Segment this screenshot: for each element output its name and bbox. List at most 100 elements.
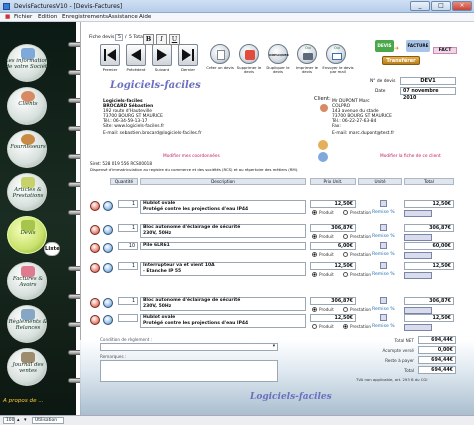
create-quote-button[interactable]	[210, 44, 230, 64]
sidebar-item-clients[interactable]: Clients	[7, 87, 47, 125]
row-search-icon[interactable]	[103, 298, 113, 308]
liste-tab[interactable]: Liste	[44, 242, 60, 256]
row-remise-field[interactable]	[404, 307, 432, 314]
row-product-radio[interactable]	[312, 252, 317, 257]
duplicate-quote-button[interactable]: DUPLIQUER	[268, 44, 289, 64]
row-product-radio[interactable]	[312, 272, 317, 277]
sidebar-item-societe[interactable]: Les informations de votre Société	[5, 44, 51, 82]
menu-assistance[interactable]: Assistance	[106, 13, 140, 22]
underline-button[interactable]: U	[169, 34, 180, 45]
first-button[interactable]	[100, 44, 120, 66]
doc-number-field[interactable]: DEV1	[400, 77, 456, 85]
row-price[interactable]: 6,00€	[310, 242, 356, 250]
row-qty[interactable]: 10	[118, 242, 138, 250]
row-description[interactable]: Bloc autonome d'éclairage de sécurité 230…	[140, 297, 306, 311]
zoom-field[interactable]: 100	[3, 417, 15, 424]
next-button[interactable]	[152, 44, 172, 66]
menu-edition[interactable]: Edition	[36, 13, 59, 22]
close-button[interactable]: ×	[452, 1, 472, 11]
row-search-icon[interactable]	[103, 201, 113, 211]
about-link[interactable]: A propos de ...	[3, 398, 44, 404]
email-quote-button[interactable]: Oui	[326, 44, 346, 64]
row-search-icon[interactable]	[103, 225, 113, 235]
row-service-radio[interactable]	[343, 272, 348, 277]
sidebar-item-journal[interactable]: Journal des ventes	[7, 348, 47, 386]
row-description[interactable]: Hublot ovale Protégé contre les projectio…	[140, 314, 306, 328]
sidebar-item-articles[interactable]: Articles & Prestations	[7, 173, 47, 211]
row-price[interactable]: 306,87€	[310, 297, 356, 305]
doc-number-label: N° de devis	[370, 79, 396, 84]
record-current-field[interactable]: 5	[115, 34, 123, 41]
row-search-icon[interactable]	[103, 263, 113, 273]
menu-fichier[interactable]: Fichier	[12, 13, 34, 22]
row-product-radio[interactable]	[312, 234, 317, 239]
row-remise-field[interactable]	[404, 324, 432, 331]
modify-company-link[interactable]: Modifier mes coordonnées	[163, 154, 220, 159]
row-description[interactable]: Hublot ovale Protégé contre les projectio…	[140, 200, 306, 214]
row-unit-field[interactable]	[380, 262, 387, 269]
row-delete-icon[interactable]	[90, 263, 100, 273]
row-product-radio[interactable]	[312, 210, 317, 215]
row-description[interactable]: Pile 6LR61	[140, 242, 306, 250]
maximize-button[interactable]: □	[431, 1, 451, 11]
last-button[interactable]	[178, 44, 198, 66]
italic-button[interactable]: I	[156, 34, 167, 45]
menu-enregistrements[interactable]: Enregistrements	[60, 13, 110, 22]
row-service-radio[interactable]	[343, 210, 348, 215]
row-remise-field[interactable]	[404, 234, 432, 241]
row-service-radio[interactable]	[343, 234, 348, 239]
row-remise-field[interactable]	[404, 210, 432, 217]
zoom-up-icon[interactable]: ▴	[17, 417, 20, 423]
row-unit-field[interactable]	[380, 224, 387, 231]
row-product-radio[interactable]	[312, 307, 317, 312]
row-qty[interactable]: 1	[118, 224, 138, 232]
row-price[interactable]: 306,87€	[310, 224, 356, 232]
payment-select[interactable]: ▾	[100, 343, 278, 351]
row-unit-field[interactable]	[380, 242, 387, 249]
row-description[interactable]: Bloc autonome d'éclairage de sécurité 230…	[140, 224, 306, 238]
row-description[interactable]: Interrupteur va et vient 10A - Etanche IP…	[140, 262, 306, 276]
row-price[interactable]: 12,50€	[310, 262, 356, 270]
app-menu-icon[interactable]: ■	[3, 13, 10, 22]
row-remise-field[interactable]	[404, 252, 432, 259]
previous-button[interactable]	[126, 44, 146, 66]
row-product-radio[interactable]	[312, 324, 317, 329]
row-price[interactable]: 12,50€	[310, 314, 356, 322]
row-delete-icon[interactable]	[90, 201, 100, 211]
row-service-radio[interactable]	[343, 252, 348, 257]
sidebar-item-devis[interactable]: Devis	[7, 216, 47, 254]
row-qty[interactable]: 1	[118, 297, 138, 305]
row-unit-field[interactable]	[380, 200, 387, 207]
row-delete-icon[interactable]	[90, 315, 100, 325]
row-delete-icon[interactable]	[90, 225, 100, 235]
sidebar-item-reglements[interactable]: Règlements & Relances	[7, 305, 47, 343]
row-qty[interactable]: 1	[118, 262, 138, 270]
modify-client-link[interactable]: Modifier la fiche de ce client	[380, 154, 441, 159]
zoom-down-icon[interactable]: ▾	[24, 417, 27, 423]
delete-quote-button[interactable]	[239, 44, 259, 64]
doc-date-field[interactable]: 07 novembre 2010	[400, 87, 456, 101]
print-quote-button[interactable]: Oui	[297, 44, 317, 64]
sidebar-item-fournisseurs[interactable]: Fournisseurs	[7, 130, 47, 168]
menu-aide[interactable]: Aide	[137, 13, 153, 22]
sidebar-item-factures[interactable]: Factures & Avoirs	[7, 262, 47, 300]
bold-button[interactable]: B	[143, 34, 154, 45]
row-remise-field[interactable]	[404, 272, 432, 279]
transfer-button[interactable]: Transférer	[382, 56, 420, 65]
row-qty[interactable]	[118, 314, 138, 322]
row-price[interactable]: 12,50€	[310, 200, 356, 208]
minimize-button[interactable]: _	[410, 1, 430, 11]
deposit-value[interactable]: 0,00€	[418, 346, 456, 354]
row-service-radio[interactable]	[343, 307, 348, 312]
remarks-field[interactable]	[100, 360, 278, 382]
row-qty[interactable]: 1	[118, 200, 138, 208]
row-delete-icon[interactable]	[90, 298, 100, 308]
row-delete-icon[interactable]	[90, 243, 100, 253]
row-service-radio[interactable]	[343, 324, 348, 329]
row-unit-field[interactable]	[380, 314, 387, 321]
client-edit-icon[interactable]	[318, 152, 328, 162]
row-search-icon[interactable]	[103, 243, 113, 253]
row-search-icon[interactable]	[103, 315, 113, 325]
client-select-icon[interactable]	[318, 140, 328, 150]
row-unit-field[interactable]	[380, 297, 387, 304]
